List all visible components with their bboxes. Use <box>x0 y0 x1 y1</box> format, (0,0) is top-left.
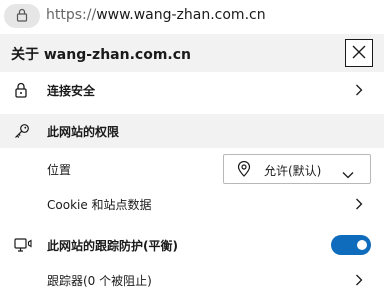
chevron-down-icon <box>342 164 354 183</box>
url-text[interactable]: https://www.wang-zhan.com.cn <box>46 7 266 23</box>
location-label: 位置 <box>47 162 72 177</box>
trackers-label: 跟踪器(0 个被阻止) <box>47 273 152 288</box>
close-icon <box>352 44 366 63</box>
address-bar: https://www.wang-zhan.com.cn <box>0 0 384 32</box>
tracking-prevention-icon <box>14 237 32 253</box>
location-value: 允许(默认) <box>264 164 322 178</box>
tracking-toggle[interactable] <box>331 235 371 255</box>
lock-icon <box>14 82 28 98</box>
permissions-header: 此网站的权限 <box>0 114 384 148</box>
panel-header: 关于 wang-zhan.com.cn <box>0 34 384 72</box>
lock-icon <box>16 7 28 26</box>
key-icon <box>14 123 30 139</box>
cookie-label: Cookie 和站点数据 <box>47 197 152 212</box>
chevron-right-icon <box>355 198 363 210</box>
url-host: www.wang-zhan.com.cn <box>96 7 266 23</box>
panel-title: 关于 wang-zhan.com.cn <box>11 47 191 63</box>
site-info-panel: 关于 wang-zhan.com.cn 连接安全 此网站的权限 位置 允许(默认… <box>0 34 384 303</box>
location-row: 位置 允许(默认) <box>0 150 384 188</box>
cookie-row[interactable]: Cookie 和站点数据 <box>0 188 384 220</box>
trackers-row[interactable]: 跟踪器(0 个被阻止) <box>0 264 384 296</box>
connection-row[interactable]: 连接安全 <box>0 72 384 108</box>
toggle-knob <box>357 240 367 250</box>
permissions-heading: 此网站的权限 <box>47 124 120 139</box>
tracking-row: 此网站的跟踪防护(平衡) <box>0 228 384 262</box>
url-scheme: https:// <box>46 7 97 23</box>
connection-label: 连接安全 <box>47 83 96 98</box>
tracking-label: 此网站的跟踪防护(平衡) <box>47 238 178 253</box>
location-pin-icon <box>237 160 251 181</box>
site-info-button[interactable] <box>4 4 40 28</box>
location-permission-select[interactable]: 允许(默认) <box>223 154 371 184</box>
close-button[interactable] <box>345 39 373 67</box>
chevron-right-icon <box>355 274 363 286</box>
chevron-right-icon <box>355 84 363 96</box>
